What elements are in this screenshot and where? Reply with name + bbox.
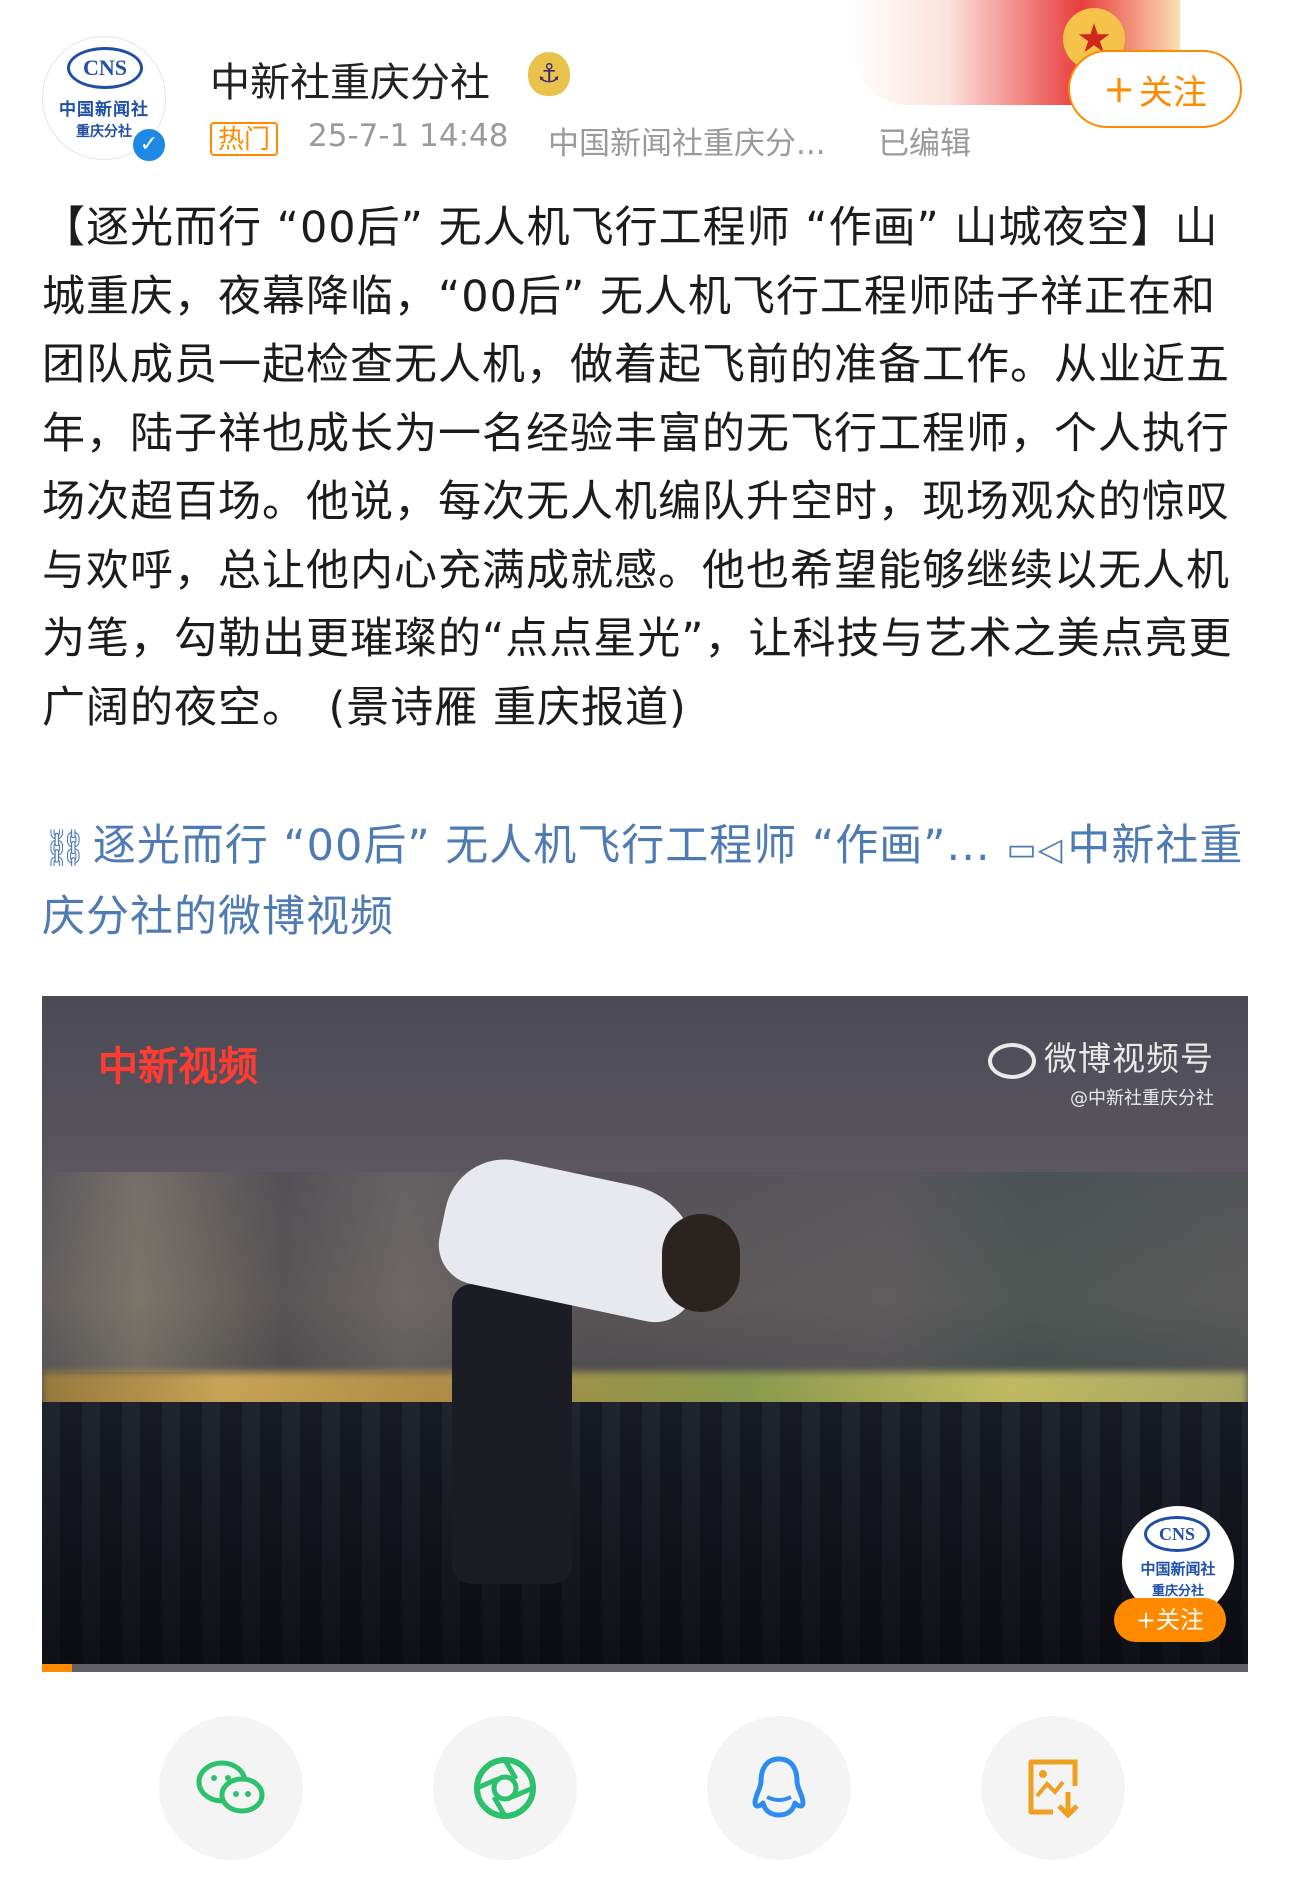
post-source: 中国新闻社重庆分... — [548, 126, 826, 162]
follow-plus-icon: + — [1103, 67, 1135, 111]
mini-avatar-line2: 重庆分社 — [1151, 1584, 1204, 1599]
mini-avatar-line1: 中国新闻社 — [1140, 1560, 1216, 1578]
video-follow-button[interactable]: +关注 — [1114, 1598, 1226, 1642]
share-qq-button[interactable] — [707, 1716, 851, 1860]
video-player[interactable]: 中新视频 微博视频号 @中新社重庆分社 CNS 中国新闻社 重庆分社 +关注 — [42, 996, 1248, 1672]
save-image-button[interactable] — [981, 1716, 1125, 1860]
account-name[interactable]: 中新社重庆分社 — [210, 50, 490, 108]
video-watermark-left: 中新视频 — [98, 1043, 258, 1090]
follow-button[interactable]: + 关注 — [1068, 50, 1242, 128]
video-person-figure — [422, 1148, 752, 1594]
qq-icon — [752, 1756, 806, 1818]
link-icon: ⛓ — [42, 828, 89, 869]
mini-avatar-ring: CNS — [1144, 1516, 1210, 1552]
share-wechat-button[interactable] — [159, 1716, 303, 1860]
avatar-logo-ring: CNS — [67, 47, 143, 89]
post-links: ⛓逐光而行 “00后” 无人机飞行工程师 “作画”... ▭◁中新社重庆分社的微博… — [42, 812, 1248, 951]
avatar-logo-line1: 中国新闻社 — [59, 100, 149, 120]
moments-icon — [474, 1757, 536, 1819]
watermark-title: 微博视频号 — [1044, 1039, 1214, 1078]
edited-label: 已编辑 — [878, 126, 971, 162]
share-moments-button[interactable] — [433, 1716, 577, 1860]
article-link[interactable]: 逐光而行 “00后” 无人机飞行工程师 “作画”... — [93, 821, 991, 871]
video-watermark-right: 微博视频号 @中新社重庆分社 — [988, 1032, 1214, 1110]
verified-badge-icon: ✓ — [130, 126, 168, 164]
person-legs — [452, 1284, 572, 1584]
wechat-icon — [196, 1760, 265, 1814]
person-head — [662, 1214, 740, 1312]
video-camera-icon: ▭◁ — [1006, 830, 1064, 868]
watermark-handle: @中新社重庆分社 — [1070, 1088, 1214, 1109]
post-body-text: 【逐光而行 “00后” 无人机飞行工程师 “作画” 山城夜空】山城重庆，夜幕降临… — [42, 203, 1233, 733]
organization-badge-icon: ⚓ — [528, 52, 570, 96]
follow-button-label: 关注 — [1138, 72, 1207, 113]
save-image-icon — [1028, 1759, 1079, 1819]
video-progress-bar[interactable] — [42, 1664, 1248, 1672]
weibo-logo-icon — [988, 1042, 1036, 1079]
video-progress-fill — [42, 1664, 73, 1672]
hot-tag: 热门 — [210, 122, 279, 156]
post-timestamp: 25-7-1 14:48 — [308, 118, 509, 154]
